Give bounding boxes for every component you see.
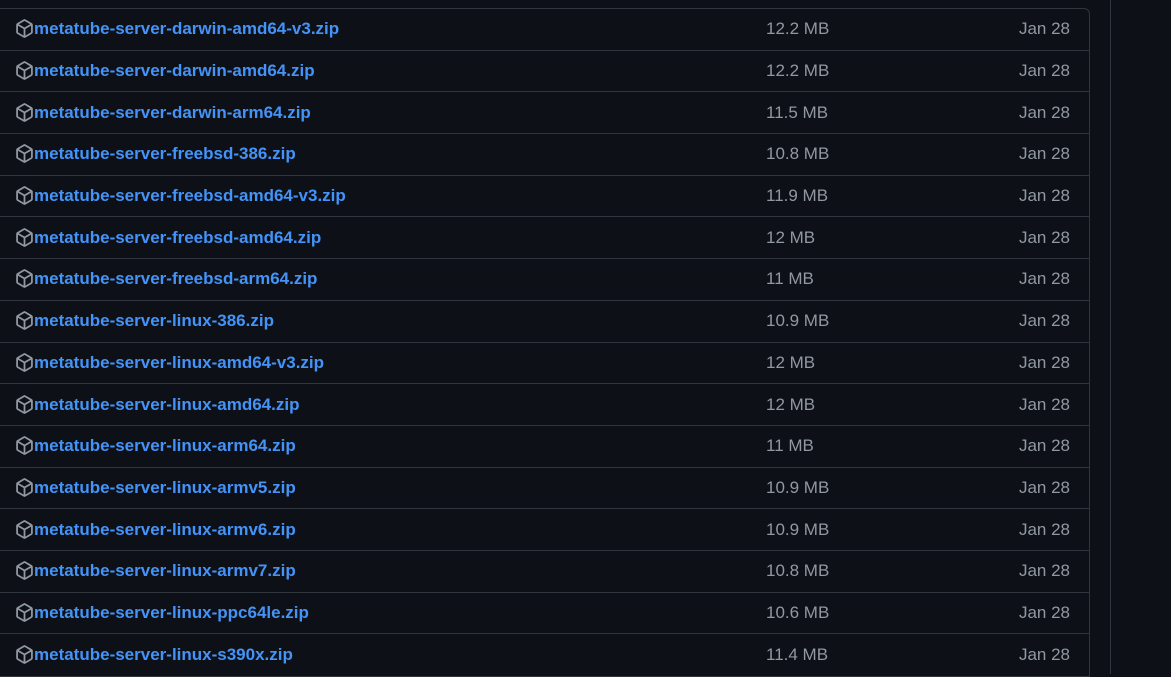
asset-date: Jan 28 xyxy=(1018,477,1070,497)
asset-size: 12 MB xyxy=(766,394,816,414)
asset-size: 12 MB xyxy=(766,227,816,247)
asset-date: Jan 28 xyxy=(1018,645,1070,665)
asset-download-link[interactable]: metatube-server-linux-ppc64le.zip xyxy=(34,603,309,623)
package-icon xyxy=(16,186,33,205)
package-icon xyxy=(16,645,33,664)
asset-size: 12.2 MB xyxy=(766,61,830,81)
asset-download-link[interactable]: metatube-server-freebsd-amd64.zip xyxy=(34,228,321,248)
package-icon xyxy=(16,353,33,372)
asset-size: 12.2 MB xyxy=(766,19,830,39)
asset-size: 11 MB xyxy=(766,436,814,456)
asset-download-link[interactable]: metatube-server-linux-armv6.zip xyxy=(34,520,296,540)
asset-download-link[interactable]: metatube-server-darwin-amd64-v3.zip xyxy=(34,19,339,39)
asset-date: Jan 28 xyxy=(1018,19,1070,39)
asset-size: 11.4 MB xyxy=(766,645,829,665)
asset-size: 11.9 MB xyxy=(766,186,829,206)
asset-date: Jan 28 xyxy=(1018,394,1070,414)
asset-download-link[interactable]: metatube-server-freebsd-arm64.zip xyxy=(34,269,317,289)
asset-date: Jan 28 xyxy=(1018,352,1070,372)
asset-size: 10.8 MB xyxy=(766,144,830,164)
asset-size: 12 MB xyxy=(766,352,816,372)
asset-row: metatube-server-freebsd-amd64-v3.zip 11.… xyxy=(0,176,1089,218)
asset-date: Jan 28 xyxy=(1018,561,1070,581)
asset-date: Jan 28 xyxy=(1018,602,1070,622)
asset-row: metatube-server-linux-s390x.zip 11.4 MB … xyxy=(0,634,1089,676)
asset-download-link[interactable]: metatube-server-darwin-amd64.zip xyxy=(34,61,315,81)
asset-size: 10.9 MB xyxy=(766,519,830,539)
sidebar-divider xyxy=(1110,0,1111,674)
package-icon xyxy=(16,561,33,581)
asset-row: metatube-server-darwin-amd64-v3.zip 12.2… xyxy=(0,9,1089,51)
asset-date: Jan 28 xyxy=(1018,311,1070,331)
asset-download-link[interactable]: metatube-server-linux-armv7.zip xyxy=(34,561,296,581)
asset-row: metatube-server-linux-arm64.zip 11 MB Ja… xyxy=(0,426,1089,468)
package-icon xyxy=(16,519,33,539)
package-icon xyxy=(16,311,33,330)
package-icon xyxy=(16,436,33,456)
asset-size: 10.8 MB xyxy=(766,561,830,581)
asset-size: 11.5 MB xyxy=(766,102,829,122)
asset-date: Jan 28 xyxy=(1018,61,1070,81)
package-icon xyxy=(16,478,33,497)
asset-download-link[interactable]: metatube-server-linux-386.zip xyxy=(34,311,274,331)
package-icon xyxy=(16,227,33,247)
package-icon xyxy=(16,603,33,622)
release-assets-list: metatube-server-darwin-amd64-v3.zip 12.2… xyxy=(0,8,1090,677)
asset-row: metatube-server-linux-armv6.zip 10.9 MB … xyxy=(0,509,1089,551)
asset-date: Jan 28 xyxy=(1018,269,1070,289)
asset-size: 10.6 MB xyxy=(766,602,830,622)
asset-row: metatube-server-linux-ppc64le.zip 10.6 M… xyxy=(0,593,1089,635)
asset-date: Jan 28 xyxy=(1018,436,1070,456)
asset-row: metatube-server-freebsd-386.zip 10.8 MB … xyxy=(0,134,1089,176)
asset-date: Jan 28 xyxy=(1018,186,1070,206)
asset-date: Jan 28 xyxy=(1018,227,1070,247)
asset-download-link[interactable]: metatube-server-linux-armv5.zip xyxy=(34,478,296,498)
package-icon xyxy=(16,144,33,164)
asset-row: metatube-server-linux-armv7.zip 10.8 MB … xyxy=(0,551,1089,593)
asset-size: 11 MB xyxy=(766,269,814,289)
asset-row: metatube-server-darwin-amd64.zip 12.2 MB… xyxy=(0,51,1089,93)
package-icon xyxy=(16,61,33,80)
asset-download-link[interactable]: metatube-server-linux-amd64.zip xyxy=(34,395,299,415)
asset-row: metatube-server-linux-386.zip 10.9 MB Ja… xyxy=(0,301,1089,343)
asset-row: metatube-server-freebsd-amd64.zip 12 MB … xyxy=(0,217,1089,260)
asset-size: 10.9 MB xyxy=(766,477,830,497)
asset-date: Jan 28 xyxy=(1018,519,1070,539)
package-icon xyxy=(16,394,33,414)
asset-row: metatube-server-linux-amd64-v3.zip 12 MB… xyxy=(0,343,1089,385)
asset-download-link[interactable]: metatube-server-freebsd-amd64-v3.zip xyxy=(34,186,346,206)
package-icon xyxy=(16,269,33,289)
asset-date: Jan 28 xyxy=(1018,102,1070,122)
asset-row: metatube-server-linux-armv5.zip 10.9 MB … xyxy=(0,468,1089,510)
asset-row: metatube-server-darwin-arm64.zip 11.5 MB… xyxy=(0,92,1089,135)
asset-row: metatube-server-freebsd-arm64.zip 11 MB … xyxy=(0,259,1089,301)
asset-download-link[interactable]: metatube-server-freebsd-386.zip xyxy=(34,144,296,164)
asset-date: Jan 28 xyxy=(1018,144,1070,164)
asset-download-link[interactable]: metatube-server-darwin-arm64.zip xyxy=(34,103,311,123)
package-icon xyxy=(16,19,33,39)
asset-size: 10.9 MB xyxy=(766,311,830,331)
asset-download-link[interactable]: metatube-server-linux-amd64-v3.zip xyxy=(34,353,324,373)
asset-row: metatube-server-linux-amd64.zip 12 MB Ja… xyxy=(0,384,1089,426)
asset-download-link[interactable]: metatube-server-linux-s390x.zip xyxy=(34,645,293,665)
package-icon xyxy=(16,102,33,122)
asset-download-link[interactable]: metatube-server-linux-arm64.zip xyxy=(34,436,296,456)
